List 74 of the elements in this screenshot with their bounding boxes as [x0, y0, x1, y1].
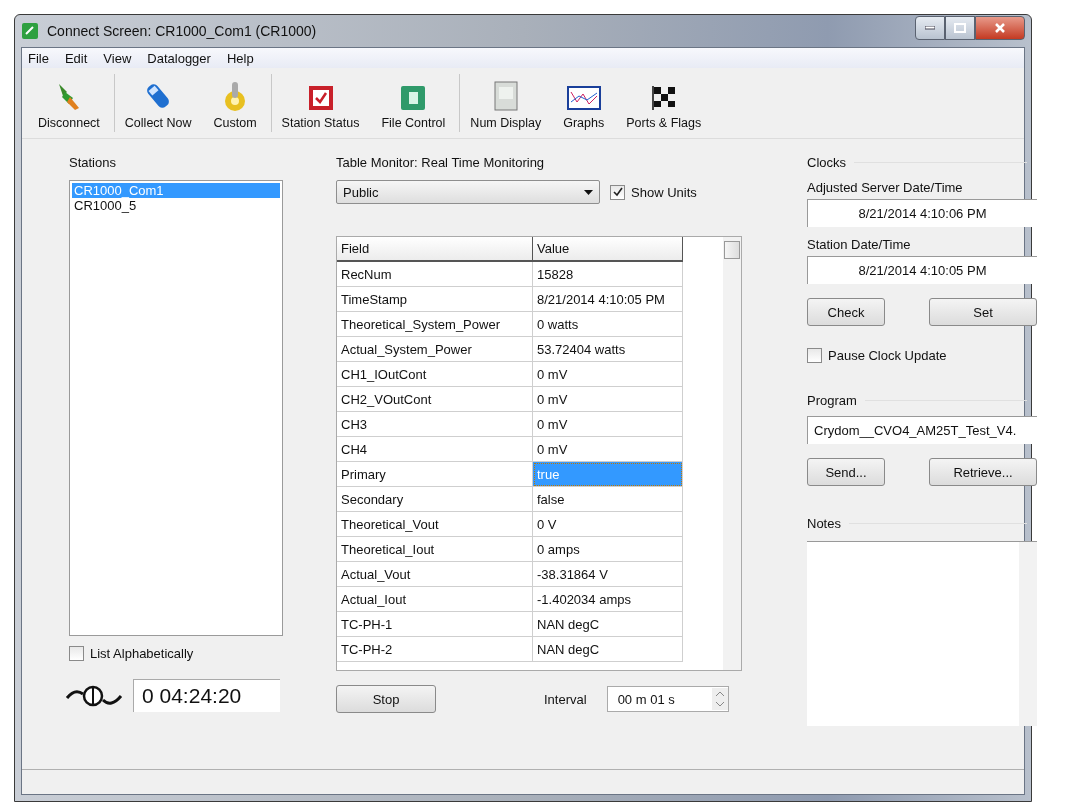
maximize-icon: [954, 23, 966, 33]
date-time-field: 8/21/2014 4:10:06 PM: [807, 199, 1037, 227]
program-name-field: Crydom__CVO4_AM25T_Test_V4.: [807, 416, 1037, 444]
section-title: Stations: [69, 155, 117, 170]
table-cell[interactable]: -1.402034 amps: [533, 587, 683, 612]
minimize-button[interactable]: [915, 16, 945, 40]
scrollbar[interactable]: [723, 237, 741, 670]
section-title: Clocks: [807, 155, 846, 170]
check-button[interactable]: Check: [807, 298, 885, 326]
table-cell[interactable]: 0 V: [533, 512, 683, 537]
table-cell[interactable]: -38.31864 V: [533, 562, 683, 587]
section-title: Program: [807, 393, 857, 408]
connection-icon: [65, 683, 123, 708]
table-cell[interactable]: NAN degC: [533, 637, 683, 662]
table-cell[interactable]: false: [533, 487, 683, 512]
toolbar-button[interactable]: Ports & Flags: [622, 74, 706, 132]
table-cell[interactable]: 0 mV: [533, 412, 683, 437]
section-title: Notes: [807, 516, 841, 531]
document-icon: [399, 84, 428, 112]
dropdown-arrow-icon: [584, 189, 593, 195]
table-dropdown[interactable]: Public: [336, 180, 600, 204]
checkbox[interactable]: [610, 184, 625, 200]
table-cell[interactable]: NAN degC: [533, 612, 683, 637]
column-header[interactable]: Field: [337, 237, 533, 262]
menu-item[interactable]: Help: [226, 50, 254, 66]
checkbox-icon: [306, 84, 335, 112]
table-cell[interactable]: 8/21/2014 4:10:05 PM: [533, 287, 683, 312]
interval-spinbox[interactable]: 00 m 01 s: [606, 686, 729, 712]
menu-item[interactable]: View: [103, 50, 132, 66]
connection-timer: 0 04:24:20: [133, 679, 280, 712]
table-cell[interactable]: 15828: [533, 262, 683, 287]
menu-item[interactable]: File: [28, 50, 49, 66]
checkbox[interactable]: [69, 646, 84, 661]
window-title: Connect Screen: CR1000_Com1 (CR1000): [47, 23, 317, 39]
stop-button[interactable]: Stop: [336, 685, 436, 713]
date-time-field: 8/21/2014 4:10:05 PM: [807, 256, 1037, 284]
section-title: Table Monitor: Real Time Monitoring: [336, 155, 546, 170]
minimize-icon: [925, 26, 935, 30]
spin-arrows-icon: [711, 688, 728, 710]
line-chart-icon: [566, 84, 601, 112]
table-cell[interactable]: 0 mV: [533, 437, 683, 462]
station-item[interactable]: CR1000_5: [72, 198, 280, 213]
field-label: Adjusted Server Date/Time: [807, 180, 964, 195]
interval-label: Interval: [544, 691, 587, 707]
menu-item[interactable]: Datalogger: [147, 50, 211, 66]
display-icon: [491, 80, 520, 112]
retrieve-button[interactable]: Retrieve...: [929, 458, 1037, 486]
table-cell[interactable]: 53.72404 watts: [533, 337, 683, 362]
table-cell[interactable]: 0 watts: [533, 312, 683, 337]
table-cell[interactable]: 0 mV: [533, 387, 683, 412]
close-button[interactable]: [975, 16, 1025, 40]
column-header[interactable]: Value: [533, 237, 683, 262]
table-cell[interactable]: 0 mV: [533, 362, 683, 387]
toolbar-button[interactable]: Disconnect: [34, 74, 104, 132]
toolbar-button[interactable]: File Control: [377, 74, 450, 132]
checkbox-label: List Alphabetically: [90, 646, 194, 661]
table-cell[interactable]: 0 amps: [533, 537, 683, 562]
send-button[interactable]: Send...: [807, 458, 885, 486]
checkbox-label: Show Units: [631, 184, 697, 200]
toolbar-button[interactable]: Num Display: [466, 74, 546, 132]
set-button[interactable]: Set: [929, 298, 1037, 326]
field-label: Station Date/Time: [807, 237, 912, 252]
toolbar-button[interactable]: Station Status: [277, 74, 364, 132]
toolbar-button[interactable]: Graphs: [559, 74, 609, 132]
checkbox-label: Pause Clock Update: [828, 348, 947, 363]
table-cell: TC-PH-2: [337, 637, 533, 662]
maximize-button[interactable]: [945, 16, 975, 40]
menu-item[interactable]: Edit: [64, 50, 88, 66]
toolbar-button[interactable]: Custom: [209, 74, 261, 132]
checkbox[interactable]: [807, 348, 822, 363]
scrollbar[interactable]: [1019, 542, 1037, 726]
toolbar-button[interactable]: Collect Now: [120, 74, 196, 132]
close-icon: [994, 22, 1006, 34]
app-icon: [21, 22, 39, 40]
